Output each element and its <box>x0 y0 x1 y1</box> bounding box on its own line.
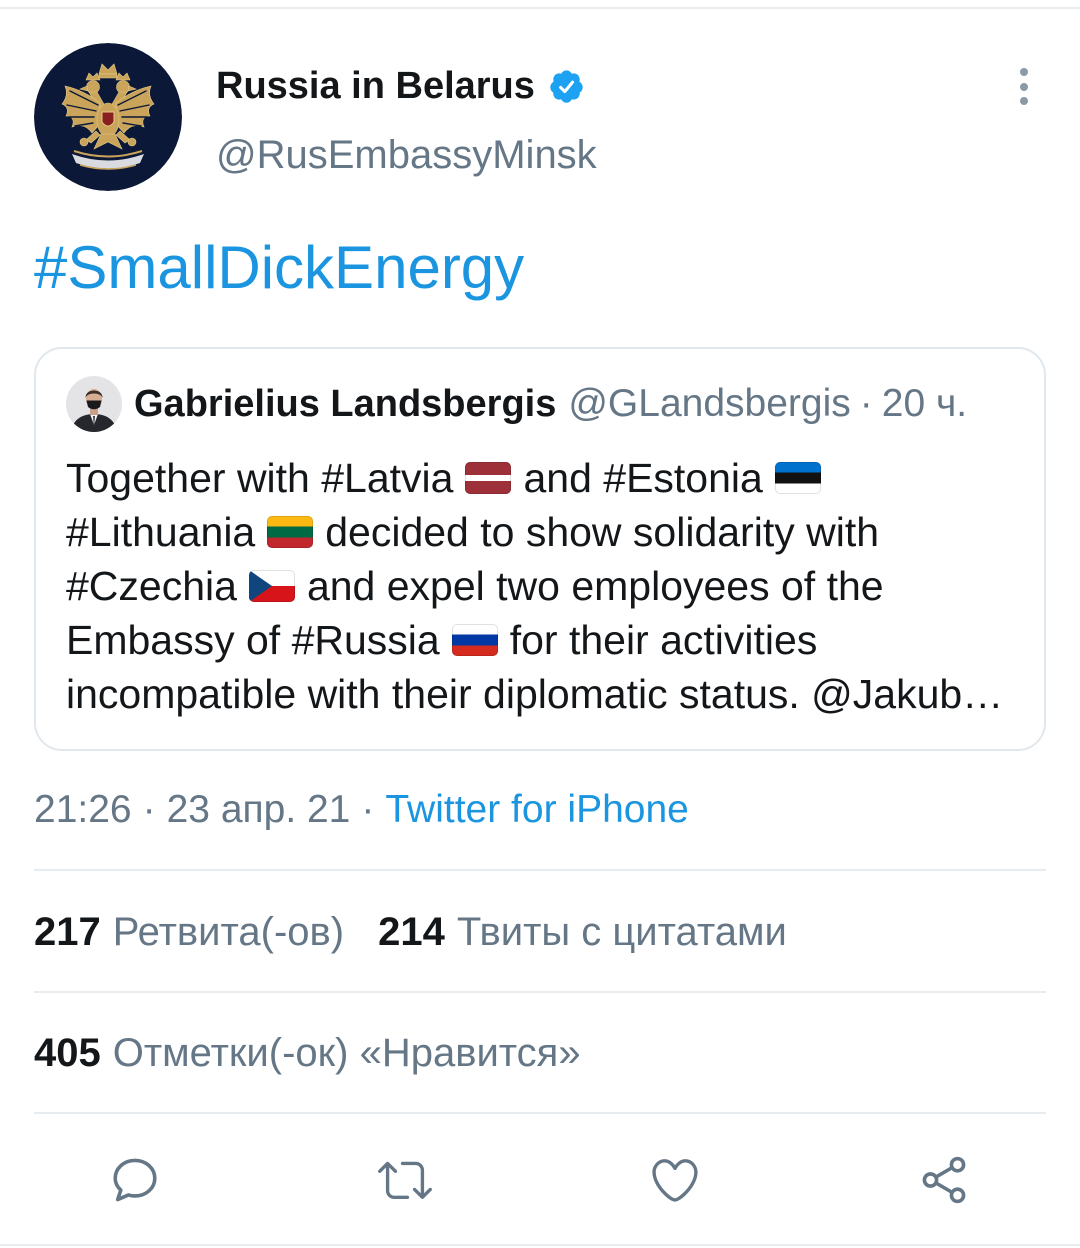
quoted-text-line: incompatible with their diplomatic statu… <box>66 667 1003 721</box>
retweets-count: 217 <box>34 910 101 954</box>
author-name-row: Russia in Belarus <box>216 62 585 110</box>
reply-button[interactable] <box>107 1152 163 1208</box>
likes-stats-row: 405 Отметки(-ок) «Нравится» <box>34 1028 581 1078</box>
tweet-detail-page: { "colors": { "primary_text": "#14171a",… <box>0 0 1080 1248</box>
author-name[interactable]: Russia in Belarus <box>216 62 535 110</box>
retweets-stat[interactable]: 217 Ретвита(-ов) <box>34 907 344 957</box>
quoted-tweet-time: 20 ч. <box>881 382 968 425</box>
quoted-text-segment: incompatible with their diplomatic statu… <box>66 671 1004 717</box>
heart-icon <box>652 1159 698 1202</box>
quoted-text-segment: and expel two employees of the <box>306 563 884 609</box>
retweets-label: Ретвита(-ов) <box>112 910 345 954</box>
tweet-text: #SmallDickEnergy <box>34 234 524 302</box>
separator-dot: · <box>142 788 156 831</box>
quoted-text-segment: Together with #Latvia <box>66 455 454 501</box>
quoted-text-segment: decided to show solidarity with <box>325 509 880 555</box>
tweet-date: 23 апр. 21 <box>166 788 351 831</box>
hashtag-link[interactable]: #SmallDickEnergy <box>34 234 524 301</box>
quoted-text-segment: and #Estonia <box>523 455 763 501</box>
quoted-text-line: Embassy of #Russia for their activities <box>66 613 1003 667</box>
flag-lithuania-icon <box>267 516 314 549</box>
more-options-button[interactable] <box>1008 62 1040 112</box>
flag-czechia-icon <box>248 570 295 603</box>
divider <box>34 1112 1046 1114</box>
share-icon <box>922 1156 966 1204</box>
author-avatar[interactable] <box>34 43 182 191</box>
tweet-source-link[interactable]: Twitter for iPhone <box>385 788 688 831</box>
quoted-text-line: #Lithuania decided to show solidarity wit… <box>66 505 1003 559</box>
more-vertical-icon <box>1020 68 1028 105</box>
quoted-text-line: Together with #Latvia and #Estonia <box>66 451 1003 505</box>
quoted-text-segment: for their activities <box>509 617 818 663</box>
divider <box>34 869 1046 871</box>
user-photo-icon <box>66 376 122 432</box>
quote-tweets-stat[interactable]: 214 Твиты с цитатами <box>378 907 787 957</box>
retweet-icon <box>378 1161 432 1200</box>
top-border <box>0 7 1080 9</box>
separator-dot: · <box>361 788 375 831</box>
tweet-timestamp: 21:26 · 23 апр. 21 · Twitter for iPhone <box>34 785 689 835</box>
reply-icon <box>113 1158 157 1202</box>
author-handle[interactable]: @RusEmbassyMinsk <box>216 131 597 179</box>
quoted-tweet-card[interactable]: Gabrielius Landsbergis @GLandsbergis · 20 ч… <box>34 347 1046 751</box>
bottom-border <box>0 1244 1080 1246</box>
quoted-text-segment: Embassy of #Russia <box>66 617 440 663</box>
likes-stat[interactable]: 405 Отметки(-ок) «Нравится» <box>34 1028 581 1078</box>
flag-russia-icon <box>451 624 498 657</box>
share-button[interactable] <box>916 1152 972 1208</box>
separator-dot: · <box>859 382 873 425</box>
quoted-author-avatar <box>66 376 122 432</box>
divider <box>34 991 1046 993</box>
flag-estonia-icon <box>774 462 821 495</box>
retweet-button[interactable] <box>377 1152 433 1208</box>
quoted-text-line: #Czechia and expel two employees of the <box>66 559 1003 613</box>
engagement-stats-row: 217 Ретвита(-ов) 214 Твиты с цитатами <box>34 907 787 957</box>
quoted-tweet-header: Gabrielius Landsbergis @GLandsbergis · 20 ч… <box>134 377 967 431</box>
double-headed-eagle-emblem-icon <box>34 43 182 191</box>
quote-tweets-label: Твиты с цитатами <box>456 910 787 954</box>
quoted-author-handle: @GLandsbergis <box>568 382 851 425</box>
tweet-time: 21:26 <box>34 788 132 831</box>
quoted-text-segment: #Czechia <box>66 563 237 609</box>
quoted-author-name: Gabrielius Landsbergis <box>134 383 557 425</box>
quoted-tweet-text: Together with #Latvia and #Estonia #Lithu… <box>66 451 1003 721</box>
quoted-text-segment: #Lithuania <box>66 509 256 555</box>
flag-latvia-icon <box>465 462 512 495</box>
like-button[interactable] <box>647 1152 703 1208</box>
likes-count: 405 <box>34 1031 101 1075</box>
quote-tweets-count: 214 <box>378 910 445 954</box>
likes-label: Отметки(-ок) «Нравится» <box>112 1031 581 1075</box>
verified-badge-icon <box>550 69 583 103</box>
